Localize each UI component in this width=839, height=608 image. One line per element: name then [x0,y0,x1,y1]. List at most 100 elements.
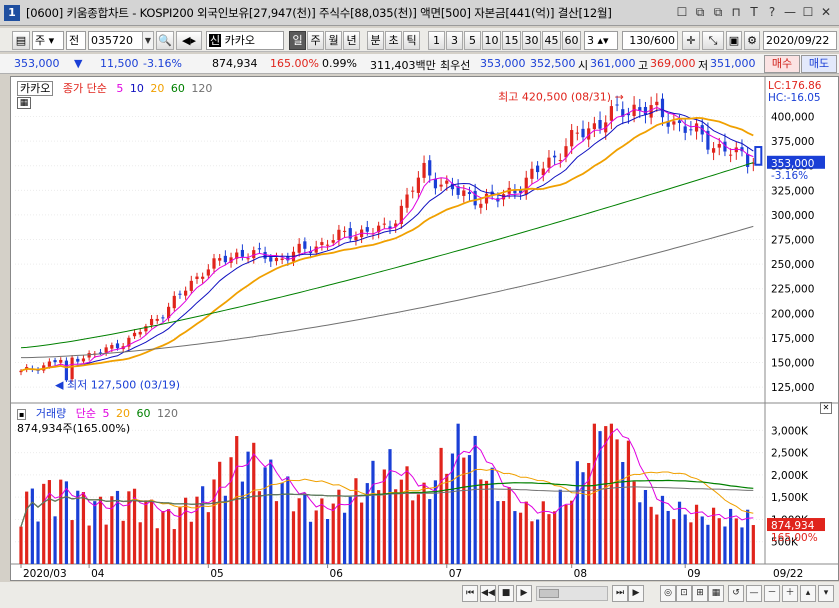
maximize-icon[interactable]: ☐ [801,4,815,20]
volume-bar [609,423,613,564]
volume-bar [541,501,545,564]
period-tick[interactable]: 틱 [403,31,420,50]
volume-bar [473,435,477,564]
tile-icon[interactable]: ⧉ [711,4,725,20]
candle-body [47,361,51,367]
title-bar: 1 [0600] 키움종합차트 - KOSPI200 외국인보유[27,947(… [0,0,839,26]
price-tick-label: 325,000 [771,185,814,197]
candle-body [598,120,602,129]
candle-body [189,280,193,291]
interval-10[interactable]: 10 [482,31,501,50]
low-label: 저 [698,59,709,72]
candle-body [536,165,540,173]
interval-15[interactable]: 15 [502,31,521,50]
save-icon[interactable]: ▣ [726,31,742,50]
zoom-in-icon[interactable]: ＋ [782,585,798,602]
date-input[interactable]: 2020/09/22 [763,31,837,50]
crosshair-icon[interactable]: ✛ [682,31,700,50]
volume-bar [666,510,670,564]
volume-bar [536,519,540,564]
low-price: 351,000 [710,57,756,70]
candle-body [615,104,619,106]
zoom-area-icon[interactable]: ▦ [708,585,724,602]
scroll-right-icon[interactable]: ▶ [628,585,644,602]
period-minute[interactable]: 분 [367,31,384,50]
scroll-stop-icon[interactable]: ■ [498,585,514,602]
full-view-icon[interactable]: ▴ [800,585,816,602]
undo-icon[interactable]: ↺ [728,585,744,602]
x-axis-end-date: 09/22 [773,568,803,580]
count-input[interactable]: 130/600 [622,31,678,50]
zoom-out-icon[interactable]: － [764,585,780,602]
volume-bar [246,451,250,564]
volume-bar [331,503,335,564]
scroll-next-icon[interactable]: ▶ [516,585,532,602]
chart-area[interactable]: 400,000375,000350,000325,000300,000275,0… [10,76,839,581]
reduce-count-icon[interactable]: — [746,585,762,602]
link-icon[interactable]: ☐ [675,4,689,20]
copy-window-icon[interactable]: ⧉ [693,4,707,20]
settings-icon[interactable]: ⚙ [744,31,760,50]
collapse-panel-icon[interactable]: ✕ [820,402,832,414]
volume-bar [42,483,46,564]
zoom-fit-icon[interactable]: ◎ [660,585,676,602]
volume-bar [257,491,262,564]
interval-3[interactable]: 3 [446,31,463,50]
font-icon[interactable]: T [747,4,761,20]
interval-60[interactable]: 60 [562,31,581,50]
volume-bar [314,510,318,564]
volume-bar [206,512,210,564]
chart-menu-icon[interactable]: ▤ [12,31,30,50]
volume-legend-ma: 단순 [75,407,97,420]
ma-60-label: 60 [170,82,185,95]
period-second[interactable]: 초 [385,31,402,50]
candle-body [161,317,165,319]
candle-body [484,193,489,204]
interval-30[interactable]: 30 [522,31,541,50]
pin-icon[interactable]: ⊓ [729,4,743,20]
code-dropdown-icon[interactable]: ▼ [142,31,154,50]
interval-1[interactable]: 1 [428,31,445,50]
candle-body [76,358,80,362]
scroll-end-icon[interactable]: ⏭ [612,585,628,602]
zoom-mode-icon[interactable]: ⊞ [692,585,708,602]
sound-icon[interactable]: ◀▸ [176,31,202,50]
interval-input[interactable]: 3 ▴▾ [584,31,618,50]
volume-bar [201,486,205,564]
candle-body [445,180,449,184]
close-icon[interactable]: ✕ [819,4,833,20]
search-icon[interactable]: 🔍 [156,31,174,50]
period-unit-select[interactable]: 주 ▾ [32,31,64,50]
scroll-prev-icon[interactable]: ◀◀ [480,585,496,602]
minimize-icon[interactable]: — [783,4,797,20]
price-tick-label: 175,000 [771,333,814,345]
drawing-tool-icon[interactable]: ⤡ [702,31,724,50]
period-day[interactable]: 일 [289,31,306,50]
scroll-track[interactable] [536,586,608,601]
stock-chart-canvas[interactable]: 400,000375,000350,000325,000300,000275,0… [11,77,838,580]
candle-body [467,192,472,194]
volume-bar [240,481,244,564]
period-week[interactable]: 주 [307,31,324,50]
layout-toggle-icon[interactable]: ▾ [818,585,834,602]
volume-bar [683,514,687,564]
period-month[interactable]: 월 [325,31,342,50]
volume-bar [524,501,528,564]
period-year[interactable]: 년 [343,31,360,50]
scroll-first-icon[interactable]: ⏮ [462,585,478,602]
scroll-thumb[interactable] [539,589,559,598]
interval-45[interactable]: 45 [542,31,561,50]
interval-5[interactable]: 5 [464,31,481,50]
volume-panel-icon[interactable]: ▪ [17,409,27,420]
stock-tag[interactable]: 카카오 [17,81,54,96]
volume-bar [377,490,381,564]
help-icon[interactable]: ? [765,4,779,20]
table-view-icon[interactable]: ▦ [17,97,31,109]
market-select[interactable]: 전 [66,31,86,50]
zoom-reset-icon[interactable]: ⊡ [676,585,692,602]
sell-button[interactable]: 매도 [801,55,837,73]
candle-body [223,255,227,263]
buy-button[interactable]: 매수 [764,55,800,73]
candle-body [592,123,596,130]
volume-bar [547,514,551,564]
